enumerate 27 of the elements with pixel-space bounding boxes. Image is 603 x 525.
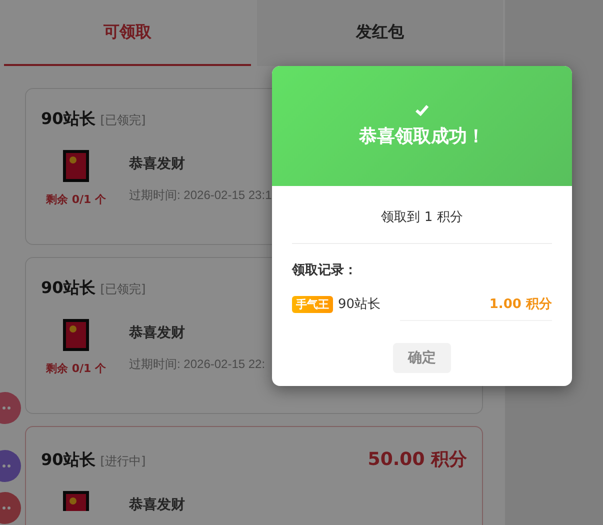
record-amount: 1.00 积分 <box>489 296 552 313</box>
packet-title: 恭喜发财 <box>129 496 185 514</box>
envelope-icon <box>63 319 89 351</box>
remaining-count: 剩余 0/1 个 <box>46 361 106 376</box>
expiry-time: 过期时间: 2026-02-15 22: <box>129 356 266 373</box>
tab[interactable]: 发红包 <box>256 0 503 66</box>
check-icon <box>415 104 429 116</box>
luckiest-badge: 手气王 <box>292 296 333 312</box>
confirm-button[interactable]: 确定 <box>393 343 451 373</box>
expiry-time: 过期时间: 2026-02-15 23:1 <box>129 187 272 204</box>
sender-name: 90站长 <box>41 450 96 471</box>
packet-title: 恭喜发财 <box>129 324 186 342</box>
envelope-icon <box>63 491 89 511</box>
packet-title: 恭喜发财 <box>129 155 186 173</box>
records-label: 领取记录： <box>292 262 358 279</box>
points-received: 领取到 1 积分 <box>292 186 552 244</box>
sender-name: 90站长 <box>41 109 96 130</box>
envelope-icon <box>63 150 89 182</box>
status-label: [进行中] <box>100 453 146 470</box>
remaining-count: 剩余 0/1 个 <box>46 192 106 207</box>
sender-name: 90站长 <box>41 278 96 299</box>
status-label: [已领完] <box>100 281 146 298</box>
status-label: [已领完] <box>100 112 146 129</box>
dialog-title: 恭喜领取成功！ <box>359 125 485 148</box>
gift-packet-card[interactable]: 90站长 [进行中] 50.00 积分 恭喜发财 <box>25 426 483 525</box>
record-name: 90站长 <box>338 296 381 313</box>
amount-label: 50.00 积分 <box>368 448 467 471</box>
